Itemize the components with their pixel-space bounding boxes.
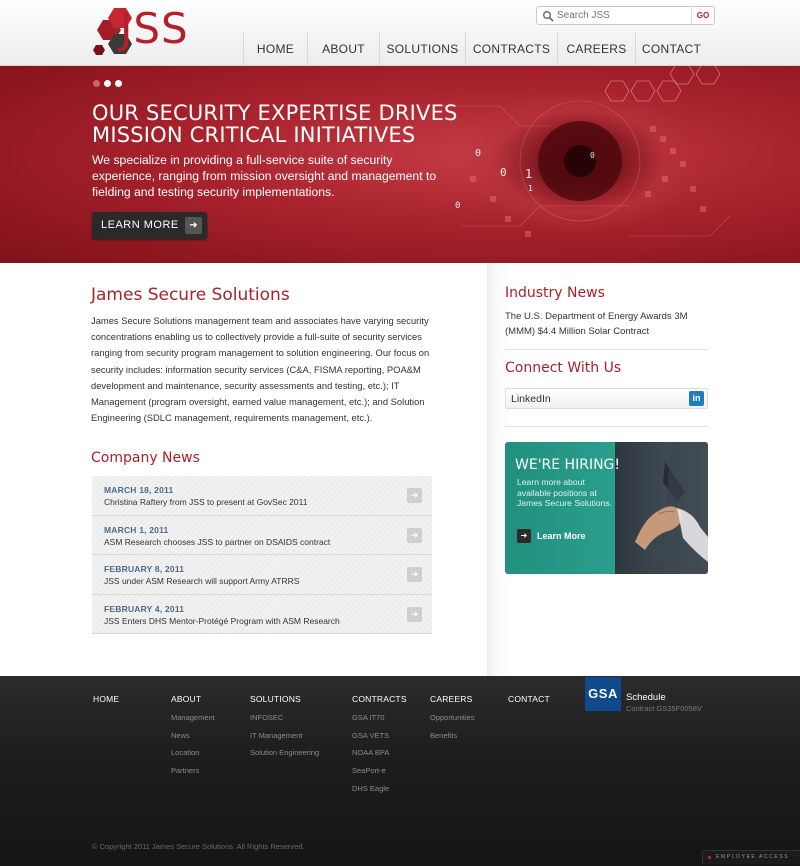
footer-col-contracts: CONTRACTS GSA IT70 GSA VETS NOAA BPA Sea… xyxy=(352,694,407,801)
nav-contracts[interactable]: CONTRACTS xyxy=(465,32,557,66)
divider xyxy=(505,426,708,427)
news-date: MARCH 18, 2011 xyxy=(104,485,174,495)
search-icon xyxy=(543,11,554,22)
linkedin-button[interactable]: LinkedIn in xyxy=(505,388,708,409)
search-box: GO xyxy=(536,6,715,25)
hero-title: OUR SECURITY EXPERTISE DRIVES MISSION CR… xyxy=(92,101,458,147)
footer-link[interactable]: GSA IT70 xyxy=(352,713,407,722)
employee-access-tab[interactable]: EMPLOYEE ACCESS xyxy=(702,850,800,864)
linkedin-icon: in xyxy=(689,391,704,406)
footer-link[interactable]: Benefits xyxy=(430,731,475,740)
footer-col-contact: CONTACT xyxy=(508,694,550,713)
arrow-right-icon[interactable]: ➜ xyxy=(407,606,422,622)
svg-text:0: 0 xyxy=(590,151,595,160)
news-headline: Christina Raftery from JSS to present at… xyxy=(104,497,308,507)
industry-news-link[interactable]: The U.S. Department of Energy Awards 3M … xyxy=(505,309,705,339)
arrow-right-icon: ➜ xyxy=(185,217,202,234)
arrow-right-icon: ➜ xyxy=(517,529,531,543)
company-news-title: Company News xyxy=(91,450,200,466)
nav-solutions[interactable]: SOLUTIONS xyxy=(379,32,465,66)
footer-heading[interactable]: CONTACT xyxy=(508,694,550,704)
footer-col-solutions: SOLUTIONS INFOSEC IT Management Solution… xyxy=(250,694,319,766)
hiring-learn-more-label: Learn More xyxy=(537,531,586,541)
lock-icon xyxy=(708,856,711,859)
footer-heading[interactable]: HOME xyxy=(93,694,119,704)
svg-text:0: 0 xyxy=(455,201,460,211)
news-item[interactable]: MARCH 1, 2011 ASM Research chooses JSS t… xyxy=(92,515,432,555)
footer-link[interactable]: Management xyxy=(171,713,215,722)
news-headline: JSS under ASM Research will support Army… xyxy=(104,576,300,586)
arrow-right-icon[interactable]: ➜ xyxy=(407,527,422,543)
footer-link[interactable]: NOAA BPA xyxy=(352,748,407,757)
search-go-button[interactable]: GO xyxy=(691,7,714,24)
gsa-schedule-title: Schedule xyxy=(626,692,666,703)
gsa-contract-number: Contract GS35F0058V xyxy=(626,704,702,713)
nav-contact[interactable]: CONTACT xyxy=(635,32,707,66)
footer-link[interactable]: Partners xyxy=(171,766,215,775)
news-item[interactable]: FEBRUARY 8, 2011 JSS under ASM Research … xyxy=(92,555,432,595)
linkedin-label: LinkedIn xyxy=(511,393,551,405)
main-nav: HOME ABOUT SOLUTIONS CONTRACTS CAREERS C… xyxy=(243,32,707,66)
copyright-text: © Copyright 2011 James Secure Solutions.… xyxy=(92,842,305,851)
hiring-title: WE'RE HIRING! xyxy=(515,457,621,473)
eye-circuit-image: 0 1 0 1 0 0 xyxy=(440,66,731,237)
hiring-banner[interactable]: WE'RE HIRING! Learn more about available… xyxy=(505,442,708,574)
footer-col-home: HOME xyxy=(93,694,119,713)
industry-news-title: Industry News xyxy=(505,285,605,301)
footer-heading[interactable]: CAREERS xyxy=(430,694,475,704)
news-date: MARCH 1, 2011 xyxy=(104,524,169,535)
footer-col-about: ABOUT Management News Location Partners xyxy=(171,694,215,784)
footer-link[interactable]: DHS Eagle xyxy=(352,784,407,793)
logo-text[interactable]: JSS xyxy=(120,4,189,54)
site-header: JSS GO HOME ABOUT SOLUTIONS CONTRACTS CA… xyxy=(0,0,800,66)
slide-indicator xyxy=(93,80,122,87)
news-headline: JSS Enters DHS Mentor-Protégé Program wi… xyxy=(104,615,340,626)
svg-text:1: 1 xyxy=(528,184,533,193)
divider xyxy=(505,349,708,350)
slide-dot-active[interactable] xyxy=(104,80,111,87)
slide-dot[interactable] xyxy=(115,80,122,87)
footer-heading[interactable]: SOLUTIONS xyxy=(250,694,319,704)
svg-text:1: 1 xyxy=(525,167,532,181)
nav-home[interactable]: HOME xyxy=(243,32,307,66)
nav-careers[interactable]: CAREERS xyxy=(557,32,635,66)
footer-link[interactable]: News xyxy=(171,731,215,740)
learn-more-button[interactable]: LEARN MORE ➜ xyxy=(92,212,207,239)
footer-link[interactable]: Opportunities xyxy=(430,713,475,722)
intro-title: James Secure Solutions xyxy=(91,285,290,305)
hero-text: We specialize in providing a full-servic… xyxy=(92,153,437,199)
employee-access-label: EMPLOYEE ACCESS xyxy=(716,854,790,860)
connect-title: Connect With Us xyxy=(505,360,622,376)
news-date: FEBRUARY 4, 2011 xyxy=(104,603,185,614)
footer-col-careers: CAREERS Opportunities Benefits xyxy=(430,694,475,748)
handshake-photo xyxy=(615,442,708,574)
news-headline: ASM Research chooses JSS to partner on D… xyxy=(104,536,331,547)
footer-link[interactable]: GSA VETS xyxy=(352,731,407,740)
news-date: FEBRUARY 8, 2011 xyxy=(104,564,185,574)
footer-link[interactable]: INFOSEC xyxy=(250,713,319,722)
news-item[interactable]: FEBRUARY 4, 2011 JSS Enters DHS Mentor-P… xyxy=(92,594,432,634)
learn-more-label: LEARN MORE xyxy=(101,219,179,231)
nav-about[interactable]: ABOUT xyxy=(307,32,379,66)
gsa-logo[interactable]: GSA xyxy=(585,677,621,711)
arrow-right-icon[interactable]: ➜ xyxy=(407,488,422,503)
arrow-right-icon[interactable]: ➜ xyxy=(407,567,422,582)
hiring-text: Learn more about available positions at … xyxy=(517,477,613,508)
hero-banner: 0 1 0 1 0 0 OUR SECURITY EXPERTISE DRIVE… xyxy=(0,66,800,263)
hiring-learn-more-button[interactable]: ➜ Learn More xyxy=(517,529,586,543)
svg-text:0: 0 xyxy=(475,148,481,159)
slide-dot[interactable] xyxy=(93,80,100,87)
footer-link[interactable]: IT Management xyxy=(250,731,319,740)
footer-link[interactable]: SeaPort-e xyxy=(352,766,407,775)
svg-text:0: 0 xyxy=(500,166,507,179)
footer-heading[interactable]: CONTRACTS xyxy=(352,694,407,704)
footer-link[interactable]: Location xyxy=(171,748,215,757)
company-news-list: MARCH 18, 2011 Christina Raftery from JS… xyxy=(92,476,432,634)
search-input[interactable] xyxy=(557,8,707,23)
intro-text: James Secure Solutions management team a… xyxy=(91,315,430,424)
footer-heading[interactable]: ABOUT xyxy=(171,694,215,704)
footer-link[interactable]: Solution Engineering xyxy=(250,748,319,757)
news-item[interactable]: MARCH 18, 2011 Christina Raftery from JS… xyxy=(92,476,432,516)
